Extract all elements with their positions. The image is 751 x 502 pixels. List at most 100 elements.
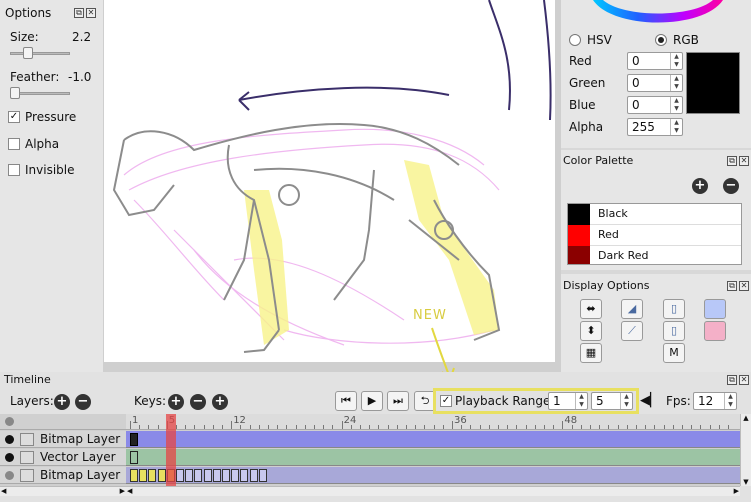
close-icon[interactable]: ✕ (739, 281, 749, 291)
keyframe[interactable] (249, 469, 258, 482)
undock-icon[interactable]: ⧉ (727, 156, 737, 166)
range-end-value: 5 (596, 394, 604, 408)
range-end-spinbox[interactable]: 5 ▲ ▼ (591, 392, 633, 410)
horizontal-scrollbar-left[interactable]: ◀ ▶ (0, 486, 126, 496)
canvas-area[interactable] (103, 0, 561, 372)
thin-lines-icon[interactable]: ◢ (621, 299, 643, 319)
sound-icon[interactable]: ◀▏ (640, 392, 660, 410)
keyframe[interactable] (157, 469, 166, 482)
vertical-scrollbar[interactable]: ▲ ▼ (740, 414, 751, 486)
size-label: Size: (10, 30, 39, 44)
palette-item[interactable]: Red (568, 225, 741, 246)
keyframe[interactable] (176, 469, 184, 482)
palette-item[interactable]: Dark Red (568, 246, 741, 264)
close-icon[interactable]: ✕ (739, 375, 749, 385)
timeline-title: Timeline (4, 373, 51, 386)
keyframe[interactable] (185, 469, 194, 482)
keyframe[interactable] (194, 469, 203, 482)
keyframe[interactable] (231, 469, 240, 482)
spin-arrows-icon[interactable]: ▲ ▼ (575, 393, 587, 409)
undock-icon[interactable]: ⧉ (727, 375, 737, 385)
size-value: 2.2 (72, 30, 92, 44)
palette-item[interactable]: Black (568, 204, 741, 225)
palette-item-label: Black (598, 207, 628, 220)
outlines-icon[interactable]: ⟋ (621, 321, 643, 341)
duplicate-key-icon[interactable]: + (212, 394, 228, 410)
keyframe[interactable] (139, 469, 148, 482)
timeline-track-area[interactable]: 1512243648 Bitmap LayerVector LayerBitma… (0, 414, 740, 486)
playback-range-checkbox[interactable]: ✓ (440, 395, 452, 407)
display-title: Display Options (563, 279, 650, 292)
add-color-icon[interactable]: + (692, 178, 708, 194)
keyframe[interactable] (130, 469, 138, 482)
blue-value: 0 (632, 98, 640, 112)
onion-prev-icon[interactable]: ▯ (663, 299, 685, 319)
spin-arrows-icon[interactable]: ▲ ▼ (670, 119, 682, 135)
remove-key-icon[interactable]: − (190, 394, 206, 410)
keyframe[interactable] (130, 433, 138, 446)
rgb-radio[interactable] (655, 34, 667, 46)
onion-blue-icon[interactable] (704, 299, 726, 319)
keyframe[interactable] (148, 469, 157, 482)
palette-swatch (568, 246, 590, 264)
hsv-radio[interactable] (569, 34, 581, 46)
spin-arrows-icon[interactable]: ▲ ▼ (670, 53, 682, 69)
color-swatch[interactable] (686, 52, 740, 114)
drawing-canvas[interactable] (104, 0, 555, 362)
alpha-spinbox[interactable]: 255 ▲ ▼ (627, 118, 683, 136)
jump-start-icon[interactable]: ⏮ (335, 391, 357, 411)
horizontal-scrollbar[interactable]: ◀ ▶ (126, 486, 740, 496)
size-slider[interactable] (10, 52, 70, 55)
color-wheel[interactable] (573, 0, 743, 28)
red-spinbox[interactable]: 0 ▲ ▼ (627, 52, 683, 70)
layers-label: Layers: (10, 394, 54, 408)
size-slider-knob[interactable] (22, 47, 33, 59)
add-key-icon[interactable]: + (168, 394, 184, 410)
mirror-button[interactable]: M (663, 343, 685, 363)
keyframe[interactable] (212, 469, 221, 482)
jump-end-icon[interactable]: ⏭ (387, 391, 409, 411)
onion-red-icon[interactable] (704, 321, 726, 341)
keyframe[interactable] (240, 469, 249, 482)
green-value: 0 (632, 76, 640, 90)
flip-vertical-icon[interactable]: ⬍ (580, 321, 602, 341)
playback-range-label: Playback Range (455, 394, 551, 408)
fps-spinbox[interactable]: 12 ▲ ▼ (693, 392, 737, 410)
playhead[interactable] (165, 414, 176, 486)
play-icon[interactable]: ▶ (361, 391, 383, 411)
timeline-panel: Timeline ⧉ ✕ Layers: + − Keys: + − + ⏮ ▶… (0, 372, 751, 502)
spin-arrows-icon[interactable]: ▲ ▼ (670, 97, 682, 113)
onion-next-icon[interactable]: ▯ (663, 321, 685, 341)
keyframe[interactable] (130, 451, 138, 464)
feather-slider-knob[interactable] (10, 87, 20, 99)
green-spinbox[interactable]: 0 ▲ ▼ (627, 74, 683, 92)
blue-label: Blue (569, 98, 596, 112)
alpha-checkbox[interactable] (8, 138, 20, 150)
palette-swatch (568, 225, 590, 246)
palette-title: Color Palette (563, 154, 634, 167)
undock-icon[interactable]: ⧉ (727, 281, 737, 291)
blue-spinbox[interactable]: 0 ▲ ▼ (627, 96, 683, 114)
fps-value: 12 (698, 394, 714, 408)
spin-arrows-icon[interactable]: ▲ ▼ (620, 393, 632, 409)
add-layer-icon[interactable]: + (54, 394, 70, 410)
keys-label: Keys: (134, 394, 167, 408)
close-icon[interactable]: ✕ (86, 8, 96, 18)
invisible-checkbox[interactable] (8, 164, 20, 176)
keyframe[interactable] (258, 469, 267, 482)
feather-value: -1.0 (68, 70, 92, 84)
spin-arrows-icon[interactable]: ▲ ▼ (724, 393, 736, 409)
grid-icon[interactable]: ▦ (580, 343, 602, 363)
range-start-spinbox[interactable]: 1 ▲ ▼ (548, 392, 588, 410)
remove-layer-icon[interactable]: − (75, 394, 91, 410)
undock-icon[interactable]: ⧉ (74, 8, 84, 18)
keyframe[interactable] (222, 469, 230, 482)
flip-horizontal-icon[interactable]: ⬌ (580, 299, 602, 319)
close-icon[interactable]: ✕ (739, 156, 749, 166)
pressure-checkbox[interactable]: ✓ (8, 111, 20, 123)
rgb-label: RGB (673, 33, 699, 47)
keyframe[interactable] (203, 469, 212, 482)
spin-arrows-icon[interactable]: ▲ ▼ (670, 75, 682, 91)
options-panel: Options ⧉ ✕ Size: 2.2 Feather: -1.0 ✓ Pr… (0, 0, 103, 372)
remove-color-icon[interactable]: − (723, 178, 739, 194)
